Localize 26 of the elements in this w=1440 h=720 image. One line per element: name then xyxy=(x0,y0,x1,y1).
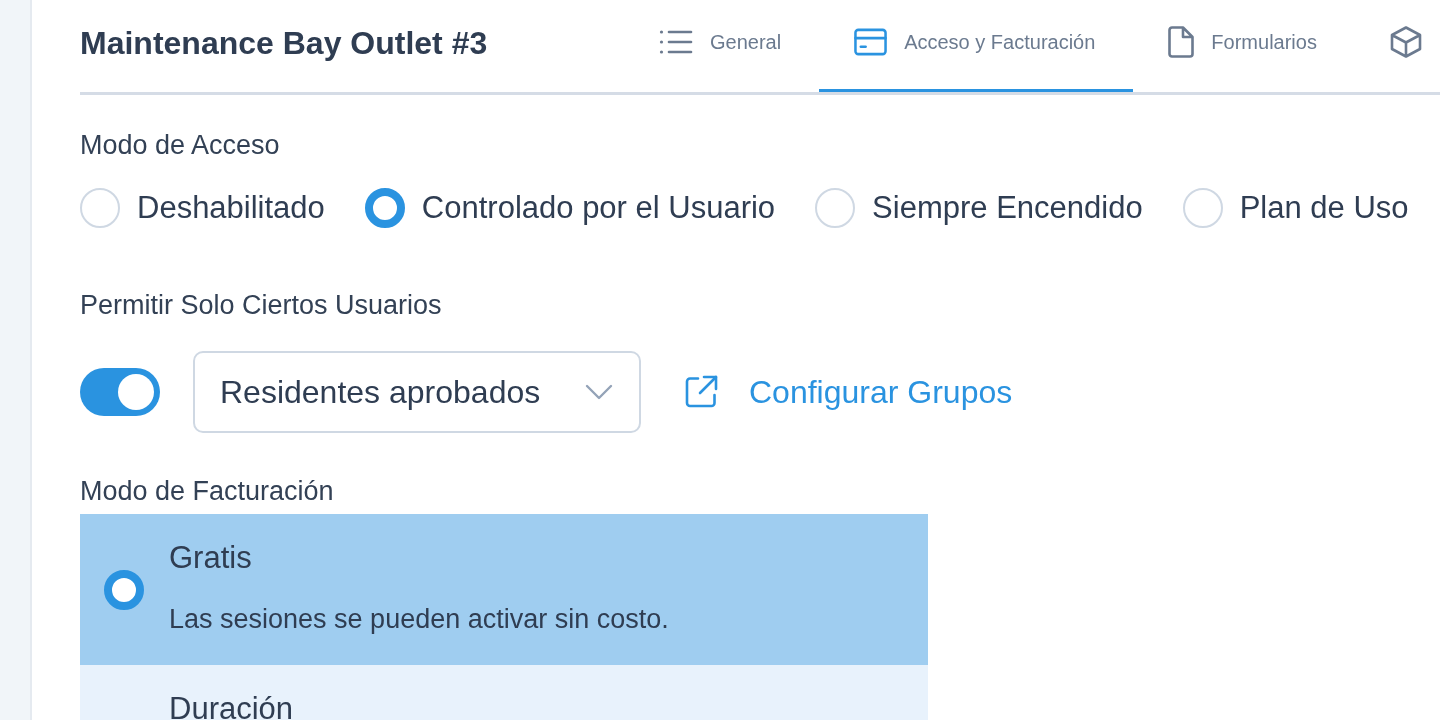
radio-label[interactable]: Controlado por el Usuario xyxy=(421,188,776,228)
option-title: Duración xyxy=(169,697,294,720)
option-title: Gratis xyxy=(169,546,252,569)
external-link-icon xyxy=(684,375,718,409)
group-dropdown[interactable]: Residentes aprobados xyxy=(193,351,641,433)
section-label: Modo de Acceso xyxy=(80,129,280,161)
page-title: Maintenance Bay Outlet #3 xyxy=(80,24,488,63)
billing-option[interactable]: Duración xyxy=(80,665,928,720)
section-label: Modo de Facturación xyxy=(80,475,334,507)
radio-label[interactable]: Deshabilitado xyxy=(137,188,325,228)
radio-label[interactable]: Siempre Encendido xyxy=(872,188,1143,228)
tab[interactable]: Formularios xyxy=(1133,0,1355,92)
radio-button[interactable] xyxy=(364,188,405,228)
chevron-down-icon xyxy=(585,384,613,400)
radio-button[interactable] xyxy=(104,569,144,610)
section-label: Permitir Solo Ciertos Usuarios xyxy=(80,289,442,321)
card-icon xyxy=(854,27,888,56)
radio-label[interactable]: Plan de Uso xyxy=(1239,188,1409,228)
document-icon xyxy=(1168,25,1195,58)
cube-icon xyxy=(1389,25,1422,58)
tab[interactable]: Acceso y Facturación xyxy=(819,0,1134,92)
billing-option[interactable]: Gratis Las sesiones se pueden activar sin costo. xyxy=(80,514,928,665)
toggle-switch[interactable] xyxy=(80,368,160,416)
tab[interactable]: General xyxy=(624,0,820,92)
option-description: Las sesiones se pueden activar sin costo. xyxy=(169,603,669,635)
list-icon xyxy=(659,28,693,55)
